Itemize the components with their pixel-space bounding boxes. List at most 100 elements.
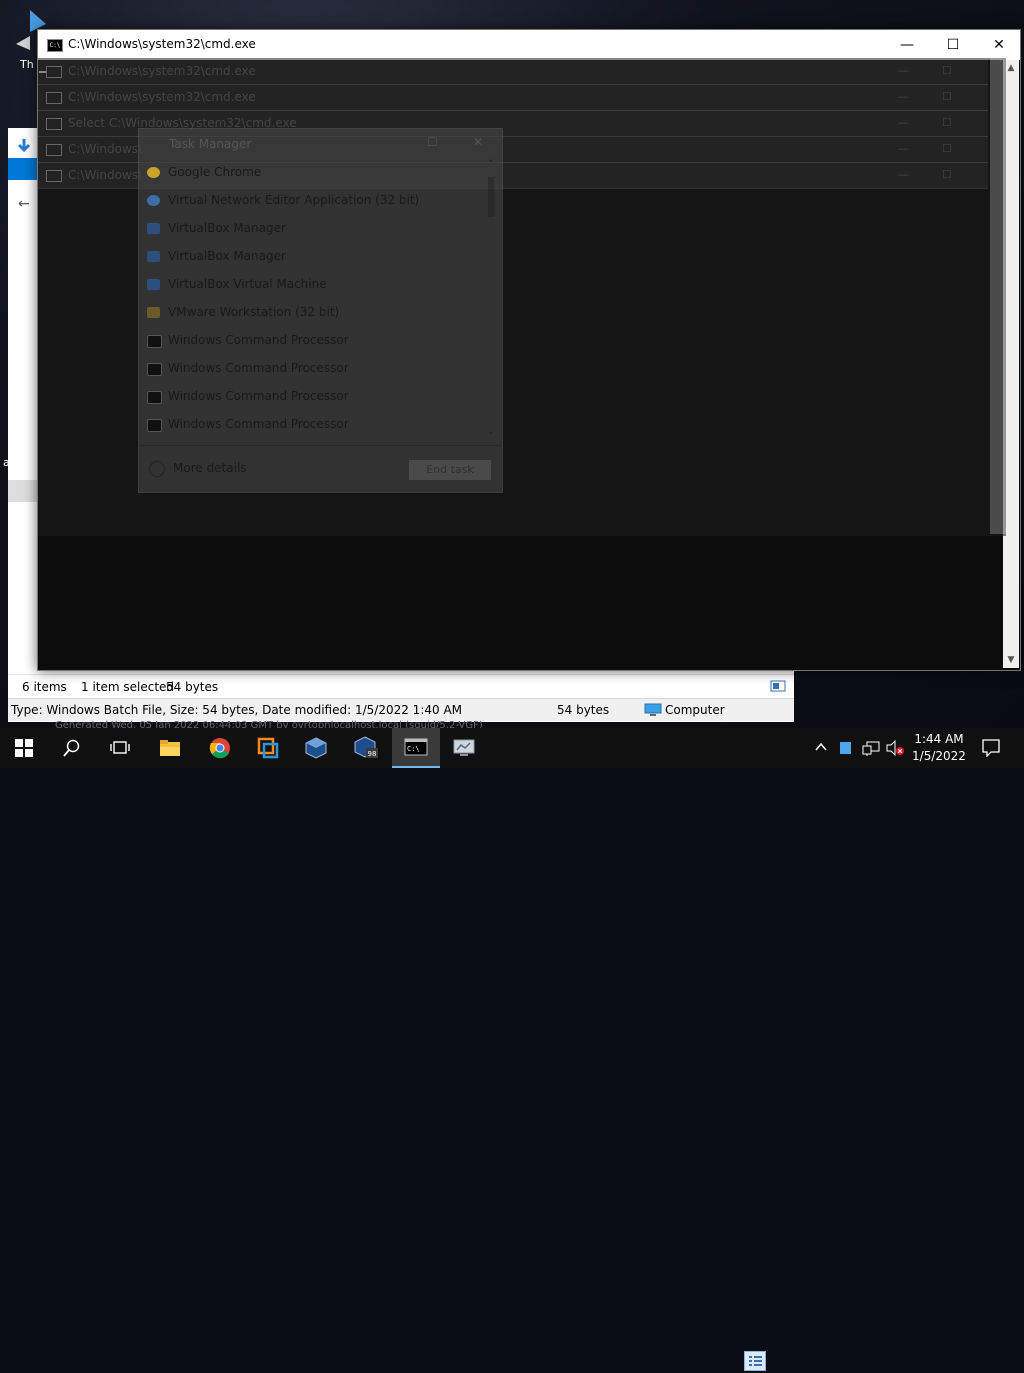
task-item[interactable]: Virtual Network Editor Application (32 b… — [139, 187, 484, 215]
task-manager-title: Task Manager — [169, 137, 252, 151]
task-item[interactable]: Windows Command Processor — [139, 411, 484, 439]
vmware-icon — [147, 307, 160, 318]
preview-view-button[interactable] — [768, 677, 788, 695]
task-item[interactable]: VirtualBox Virtual Machine — [139, 271, 484, 299]
task-manager-footer: More details End task — [139, 445, 502, 492]
network-icon[interactable] — [862, 740, 880, 780]
maximize-icon: ☐ — [942, 142, 952, 155]
task-item-label: Google Chrome — [168, 165, 262, 179]
cmd-icon — [147, 335, 162, 348]
desktop-text-fragment: Th — [20, 58, 34, 71]
close-icon: ✕ — [473, 135, 484, 149]
task-item[interactable]: VMware Workstation (32 bit) — [139, 299, 484, 327]
task-manager-scrollbar[interactable]: ⌃ ⌄ — [484, 157, 500, 445]
cmd-icon: C:\ — [404, 738, 428, 756]
task-item-label: Windows Command Processor — [168, 361, 349, 375]
explorer-row[interactable] — [8, 480, 38, 502]
task-view-button[interactable] — [96, 728, 144, 768]
back-arrow-icon[interactable]: ← — [18, 196, 32, 212]
end-task-button[interactable]: End task — [409, 460, 491, 480]
clock-time: 1:44 AM — [914, 732, 964, 746]
minimize-button[interactable]: — — [884, 30, 930, 60]
minimize-icon: — — [898, 90, 909, 103]
switcher-scrollbar[interactable] — [990, 58, 1006, 534]
maximize-icon: ☐ — [942, 64, 952, 77]
task-item[interactable]: Google Chrome — [139, 159, 484, 187]
maximize-icon: ☐ — [942, 116, 952, 129]
cmd-icon — [46, 118, 62, 130]
task-view-icon — [110, 741, 130, 754]
cmd-icon — [147, 363, 162, 376]
taskbar-vmware[interactable] — [244, 728, 292, 768]
taskbar-file-explorer[interactable] — [146, 728, 194, 768]
cmd-icon — [46, 66, 62, 78]
cmd-icon — [46, 170, 62, 182]
details-view-button[interactable] — [744, 1351, 766, 1371]
more-details-link[interactable]: More details — [173, 461, 247, 475]
task-item[interactable]: Windows Command Processor — [139, 355, 484, 383]
vmware-icon — [257, 737, 279, 759]
maximize-button[interactable]: ☐ — [930, 30, 976, 60]
virtualbox-vm-icon: 98 — [354, 736, 378, 758]
minimize-icon: — — [898, 116, 909, 129]
switcher-row-label: C:\Windows\system32\cmd.exe — [68, 64, 256, 78]
svg-text:98: 98 — [368, 750, 377, 758]
chevron-up-icon[interactable]: ⌃ — [487, 159, 495, 169]
cmd-title-bar[interactable]: C:\ C:\Windows\system32\cmd.exe — ☐ ✕ — [38, 30, 1020, 60]
search-button[interactable] — [48, 728, 96, 768]
task-manager-window[interactable]: Task Manager ☐ ✕ Google Chrome Virtual N… — [138, 128, 503, 493]
explorer-selected-nav[interactable] — [8, 158, 38, 180]
notification-icon[interactable] — [982, 739, 1000, 779]
status-size: 54 bytes — [166, 680, 219, 694]
cmd-title-text: C:\Windows\system32\cmd.exe — [68, 37, 256, 51]
taskbar-clock[interactable]: 1:44 AM 1/5/2022 — [900, 731, 978, 765]
chevron-up-icon[interactable] — [814, 740, 828, 780]
cmd-icon — [46, 92, 62, 104]
taskbar-virtualbox-vm[interactable]: 98 — [342, 728, 390, 768]
task-item[interactable]: VirtualBox Manager — [139, 243, 484, 271]
switcher-row-label: C:\Windows\system32\cmd.exe — [68, 90, 256, 104]
maximize-icon: ☐ — [427, 135, 438, 149]
chevron-down-icon[interactable]: ⌄ — [487, 427, 495, 437]
minimize-icon: — — [898, 64, 909, 77]
minimize-icon: — — [898, 168, 909, 181]
chrome-icon — [147, 167, 160, 178]
task-item[interactable]: Windows Command Processor — [139, 383, 484, 411]
start-button[interactable] — [0, 728, 48, 768]
task-item-label: VirtualBox Manager — [168, 249, 286, 263]
taskbar-cmd[interactable]: C:\ — [392, 728, 440, 768]
explorer-status-bar: 6 items 1 item selected 54 bytes — [8, 674, 794, 1371]
computer-icon — [644, 703, 662, 717]
cmd-icon: C:\ — [47, 39, 63, 52]
explorer-details-bar: Type: Windows Batch File, Size: 54 bytes… — [8, 698, 794, 721]
virtualbox-icon — [147, 223, 160, 234]
scroll-down-icon[interactable]: ▼ — [1003, 652, 1019, 668]
taskbar-virtualbox[interactable] — [292, 728, 340, 768]
detail-type-text: Type: Windows Batch File, Size: 54 bytes… — [11, 703, 463, 717]
task-item-label: VirtualBox Manager — [168, 221, 286, 235]
task-item-label: VirtualBox Virtual Machine — [168, 277, 327, 291]
close-button[interactable]: ✕ — [976, 30, 1022, 60]
maximize-icon: ☐ — [942, 168, 952, 181]
task-item[interactable]: Windows Command Processor — [139, 327, 484, 355]
taskbar: 98 C:\ 1:44 AM 1/5/2022 — [0, 728, 1024, 768]
task-item-label: Windows Command Processor — [168, 417, 349, 431]
task-item[interactable]: VirtualBox Manager — [139, 215, 484, 243]
chevron-down-icon[interactable] — [149, 461, 165, 477]
taskbar-app[interactable] — [440, 728, 488, 768]
status-selected: 1 item selected — [81, 680, 175, 694]
clock-date: 1/5/2022 — [912, 749, 966, 763]
switcher-row[interactable]: C:\Windows\system32\cmd.exe — ☐ — [38, 84, 988, 111]
maximize-icon: ☐ — [942, 90, 952, 103]
cmd-icon — [147, 419, 162, 432]
status-item-count: 6 items — [22, 680, 67, 694]
cmd-icon — [147, 391, 162, 404]
blue-square-icon[interactable] — [840, 741, 852, 781]
scroll-thumb[interactable] — [488, 177, 494, 217]
monitor-icon — [453, 739, 475, 756]
svg-text:C:\: C:\ — [407, 745, 420, 753]
detail-location-text: Computer — [665, 703, 725, 717]
switcher-row[interactable]: C:\Windows\system32\cmd.exe — ☐ — [38, 58, 988, 85]
task-item-label: Windows Command Processor — [168, 333, 349, 347]
taskbar-chrome[interactable] — [196, 728, 244, 768]
